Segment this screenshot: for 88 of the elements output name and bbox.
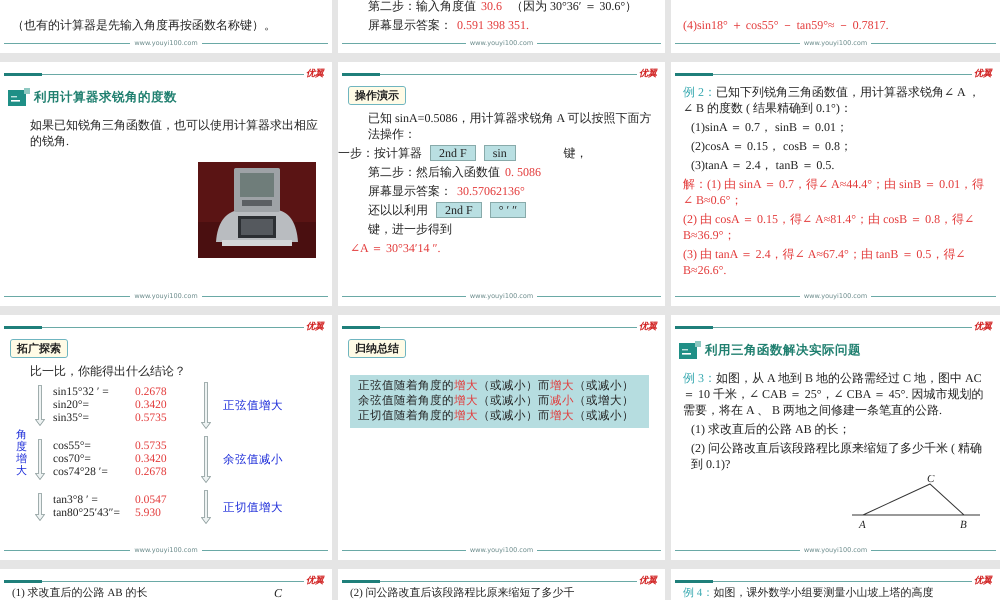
brand-logo: 优翼 (639, 69, 657, 79)
section-heading: 利用三角函数解决实际问题 (705, 342, 861, 358)
point-label: C (927, 475, 934, 485)
slide-thumbnail[interactable]: 优翼 (1) 求改直后的公路 AB 的长 C (0, 569, 332, 600)
down-arrow-icon (201, 436, 211, 483)
side-label: 角度增大 (16, 428, 27, 478)
body-text: 第二步：然后输入函数值 (368, 164, 500, 180)
trend-label: 余弦值减小 (223, 452, 283, 467)
calculator-key: ° ′ ″ (490, 202, 526, 218)
section-tag: 归纳总结 (348, 339, 406, 358)
formula-text: tan3°8 ′ = (53, 494, 99, 507)
body-text: 例 4：如图，课外数学小组要测量小山坡上塔的高度 (683, 587, 934, 599)
answer-text: (2) 由 cosA ＝ 0.15，得∠ A≈81.4°；由 cosB ＝ 0.8，得∠ B≈36.9°； (683, 211, 976, 243)
result-value: 0.0547 (135, 494, 167, 507)
body-text: 例 2：已知下列锐角三角函数值，用计算器求锐角∠ A ，∠ B 的度数 ( 结果精确到 0.1°)： (683, 84, 982, 116)
body-text: (2) 问公路改直后该段路程比原来缩短了多少千 (350, 587, 576, 599)
trend-label: 正弦值增大 (223, 398, 283, 413)
result-value: 0.2678 (135, 386, 167, 399)
calculator-key: 2nd F (430, 145, 476, 161)
body-text: 一步：按计算器 (338, 145, 422, 161)
body-text: (1) 求改直后的公路 AB 的长； (690, 421, 852, 437)
formula-text: sin35°= (53, 412, 90, 425)
result-value: 0.5735 (135, 440, 167, 453)
heading-icon (8, 88, 30, 106)
summary-line: 正切值随着角度的增大（或减小）而增大（或减小） (358, 409, 635, 424)
brand-logo: 优翼 (306, 322, 324, 332)
answer-text: (3) 由 tanA ＝ 2.4，得∠ A≈67.4°；由 tanB ＝ 0.5，得∠ B≈26.6°. (683, 246, 966, 278)
body-text: （因为 30°36′ ＝ 30.6°） (511, 0, 638, 14)
point-label: B (960, 519, 967, 531)
result-value: 0.3420 (135, 453, 167, 466)
slide-thumbnail[interactable] (671, 62, 1000, 306)
point-label: C (274, 587, 282, 599)
result-value: 0.3420 (135, 399, 167, 412)
heading-icon (679, 341, 701, 359)
body-text: 如果已知锐角三角函数值，也可以使用计算器求出相应的锐角. (29, 117, 319, 149)
brand-logo: 优翼 (974, 576, 992, 586)
summary-line: 正弦值随着角度的增大（或减小）而增大（或减小） (358, 379, 635, 394)
section-tag: 拓广探索 (10, 339, 68, 358)
body-text: 键， (564, 145, 588, 161)
trend-label: 正切值增大 (223, 500, 283, 514)
brand-logo: 优翼 (306, 69, 324, 79)
answer-text: ∠A ＝ 30°34′14 ″. (350, 240, 442, 256)
point-label: A (859, 519, 866, 531)
formula-text: cos70°= (53, 453, 92, 466)
brand-logo: 优翼 (639, 322, 657, 332)
down-arrow-icon (201, 382, 211, 429)
body-text: 例 3：如图，从 A 地到 B 地的公路需经过 C 地，图中 AC ＝ 10 千米，∠ CAB ＝ 25°，∠ CBA ＝ 45°. 因城市规划的需要，将在 A 、 B 两地之间修建一条笔直的公路. (683, 370, 984, 418)
body-text: 键，进一步得到 (367, 221, 453, 237)
body-text: （也有的计算器是先输入角度再按函数名称键）。 (12, 17, 277, 33)
brand-logo: 优翼 (974, 322, 992, 332)
body-text: (3)tanA ＝ 2.4， tanB ＝ 0.5. (690, 157, 836, 173)
down-arrow-icon (201, 490, 211, 524)
result-value: 30.6 (481, 0, 502, 14)
formula-text: tan80°25′43″= (53, 507, 121, 520)
result-value: 0.2678 (135, 466, 167, 479)
result-value: 5.930 (135, 507, 161, 520)
slide-thumbnail[interactable]: 优翼 例 4：如图，课外数学小组要测量小山坡上塔的高度 (671, 569, 1000, 600)
brand-logo: 优翼 (306, 576, 324, 586)
formula-text: cos74°28 ′= (53, 466, 109, 479)
result-value: 30.57062136° (457, 183, 525, 199)
body-text: 第二步：输入角度值 (368, 0, 476, 14)
body-text: 比一比，你能得出什么结论？ (29, 363, 187, 379)
down-arrow-icon (35, 385, 45, 426)
formula-text: cos55°= (53, 440, 92, 453)
section-tag: 操作演示 (348, 86, 406, 105)
body-text: (1) 求改直后的公路 AB 的长 (12, 587, 148, 599)
section-heading: 利用计算器求锐角的度数 (34, 88, 177, 106)
down-arrow-icon (35, 493, 45, 521)
body-text: 还以以利用 (368, 202, 428, 218)
body-text: (1)sinA ＝ 0.7， sinB ＝ 0.01； (690, 119, 850, 135)
slide-thumbnail[interactable]: 优翼 (2) 问公路改直后该段路程比原来缩短了多少千 (338, 569, 665, 600)
brand-logo: 优翼 (974, 69, 992, 79)
result-value: 0.591 398 351. (457, 17, 529, 33)
formula-text: sin15°32 ′ = (53, 386, 110, 399)
formula-text: sin20°= (53, 399, 90, 412)
answer-text: (4)sin18° ＋ cos55° － tan59°≈ － 0.7817. (683, 17, 890, 33)
answer-text: 解：(1) 由 sinA ＝ 0.7，得∠ A≈44.4°；由 sinB ＝ 0.01，得∠ B≈0.6°； (683, 176, 986, 208)
calculator-key: sin (484, 145, 516, 161)
body-text: (2)cosA ＝ 0.15， cosB ＝ 0.8； (690, 138, 853, 154)
summary-line: 余弦值随着角度的增大（或减小）而减小（或增大） (358, 394, 635, 409)
result-value: 0. 5086 (505, 164, 541, 180)
brand-logo: 优翼 (639, 576, 657, 586)
calculator-key: 2nd F (436, 202, 482, 218)
result-value: 0.5735 (135, 412, 167, 425)
body-text: 屏幕显示答案： (368, 183, 452, 199)
body-text: 屏幕显示答案： (368, 17, 452, 33)
down-arrow-icon (35, 439, 45, 480)
body-text: (2) 问公路改直后该段路程比原来缩短了多少千米 ( 精确到 0.1)? (690, 440, 983, 472)
